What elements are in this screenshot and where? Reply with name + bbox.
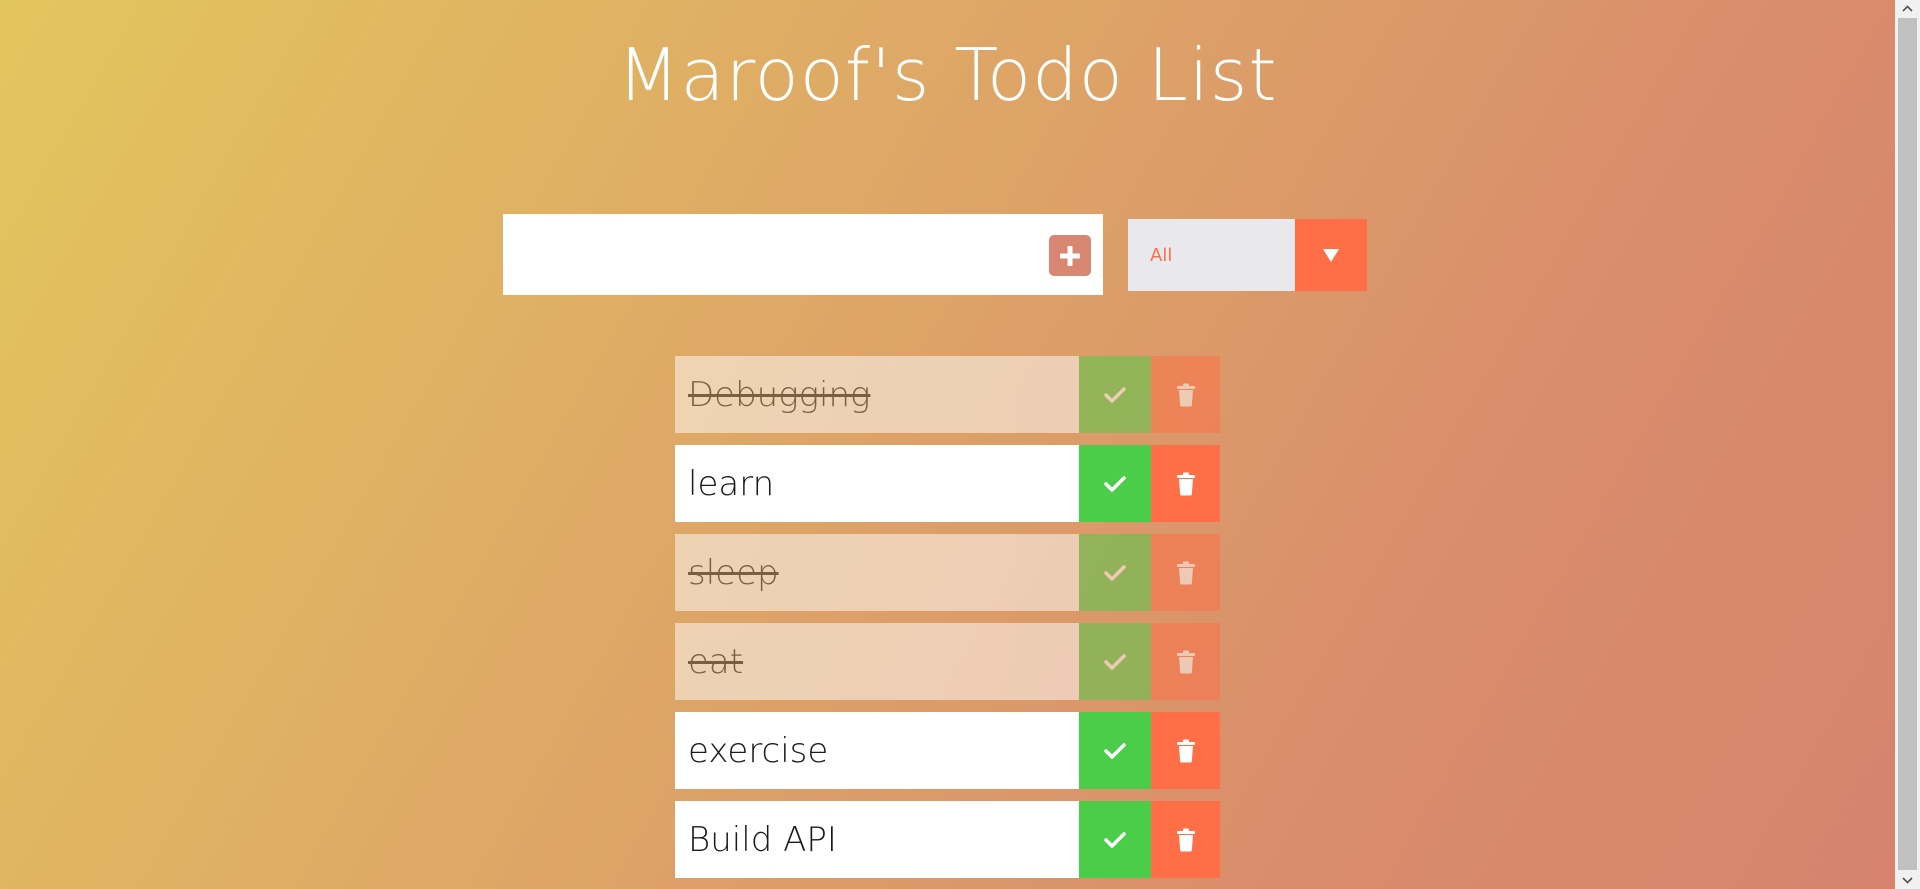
trash-icon (1176, 739, 1195, 762)
complete-button[interactable] (1079, 623, 1151, 700)
check-icon (1104, 475, 1126, 492)
filter-dropdown-button[interactable] (1295, 219, 1367, 291)
check-icon (1104, 742, 1126, 759)
todo-item: Build API (675, 801, 1220, 878)
filter-select[interactable]: All (1128, 219, 1367, 291)
delete-button[interactable] (1151, 445, 1220, 522)
caret-down-icon (1323, 249, 1339, 262)
todo-item: Debugging (675, 356, 1220, 433)
scrollbar-thumb[interactable] (1898, 18, 1917, 870)
chevron-up-icon (1902, 5, 1913, 12)
todo-text: Build API (688, 819, 837, 860)
filter-selected-value[interactable]: All (1128, 219, 1295, 291)
complete-button[interactable] (1079, 445, 1151, 522)
trash-icon (1176, 383, 1195, 406)
delete-button[interactable] (1151, 623, 1220, 700)
todo-text: exercise (688, 730, 829, 771)
add-todo-button[interactable] (1049, 235, 1091, 276)
check-icon (1104, 653, 1126, 670)
complete-button[interactable] (1079, 712, 1151, 789)
delete-button[interactable] (1151, 534, 1220, 611)
todo-item: learn (675, 445, 1220, 522)
trash-icon (1176, 561, 1195, 584)
todo-text: sleep (688, 552, 779, 593)
page-background: Maroof's Todo List All Debugging learn s… (0, 0, 1895, 889)
todo-item: sleep (675, 534, 1220, 611)
todo-text: Debugging (688, 374, 871, 415)
check-icon (1104, 831, 1126, 848)
todo-text: eat (688, 641, 744, 682)
trash-icon (1176, 650, 1195, 673)
scroll-up-button[interactable] (1895, 0, 1920, 17)
check-icon (1104, 386, 1126, 403)
delete-button[interactable] (1151, 801, 1220, 878)
vertical-scrollbar[interactable] (1895, 0, 1920, 889)
chevron-down-icon (1902, 877, 1913, 884)
trash-icon (1176, 472, 1195, 495)
todo-list: Debugging learn sleep eat exercise Build… (675, 356, 1220, 889)
todo-text: learn (688, 463, 775, 504)
trash-icon (1176, 828, 1195, 851)
delete-button[interactable] (1151, 712, 1220, 789)
todo-item: exercise (675, 712, 1220, 789)
scroll-down-button[interactable] (1895, 872, 1920, 889)
page-title: Maroof's Todo List (617, 33, 1278, 117)
complete-button[interactable] (1079, 534, 1151, 611)
complete-button[interactable] (1079, 801, 1151, 878)
plus-icon (1060, 245, 1080, 266)
check-icon (1104, 564, 1126, 581)
todo-item: eat (675, 623, 1220, 700)
delete-button[interactable] (1151, 356, 1220, 433)
todo-input[interactable] (503, 214, 1103, 295)
complete-button[interactable] (1079, 356, 1151, 433)
